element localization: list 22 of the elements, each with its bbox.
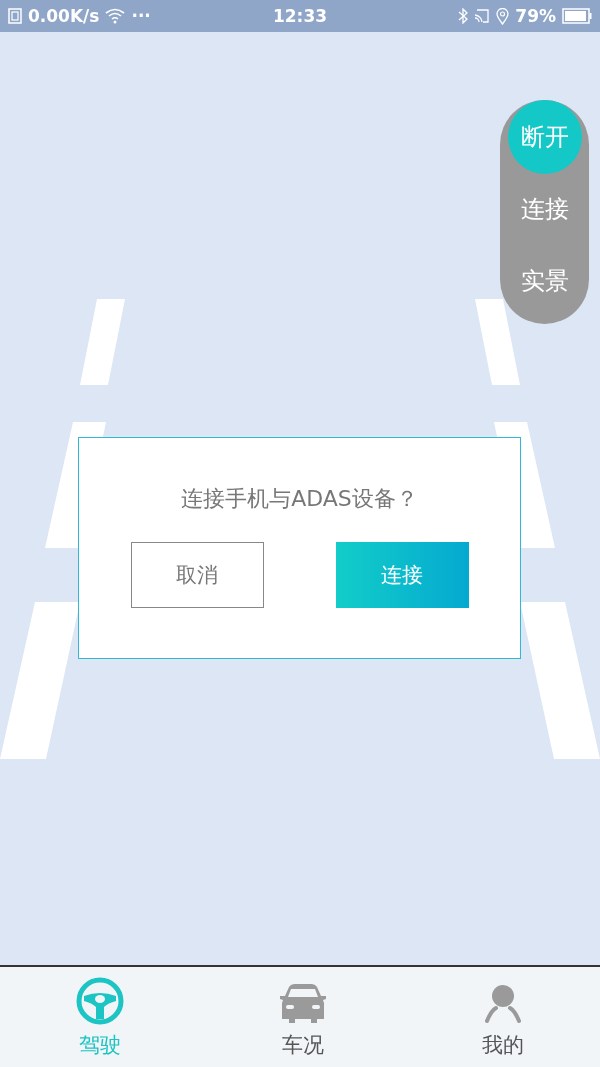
sim-icon: [8, 8, 22, 24]
cast-icon: [474, 8, 491, 24]
network-speed: 0.00K/s: [28, 6, 100, 26]
car-icon: [277, 983, 329, 1025]
dialog-message: 连接手机与ADAS设备？: [181, 485, 418, 513]
side-menu-button[interactable]: 连接: [507, 172, 582, 246]
cancel-button[interactable]: 取消: [130, 542, 264, 608]
side-menu-button[interactable]: 断开: [507, 100, 582, 174]
wifi-icon: [105, 8, 126, 24]
clock: 12:33: [272, 6, 328, 26]
person-icon: [482, 983, 523, 1025]
bluetooth-icon: [458, 8, 469, 24]
nav-tab[interactable]: 驾驶: [56, 967, 145, 1067]
battery-icon: [562, 8, 592, 24]
battery-percent: 79%: [515, 6, 556, 26]
side-menu-button[interactable]: 实景: [507, 244, 582, 318]
nav-tab[interactable]: 我的: [461, 967, 544, 1067]
nav-tab[interactable]: 车况: [257, 967, 349, 1067]
connect-button[interactable]: 连接: [335, 542, 469, 608]
location-icon: [496, 7, 510, 25]
more-dots: ···: [131, 6, 151, 26]
steering-wheel-icon: [76, 977, 125, 1025]
